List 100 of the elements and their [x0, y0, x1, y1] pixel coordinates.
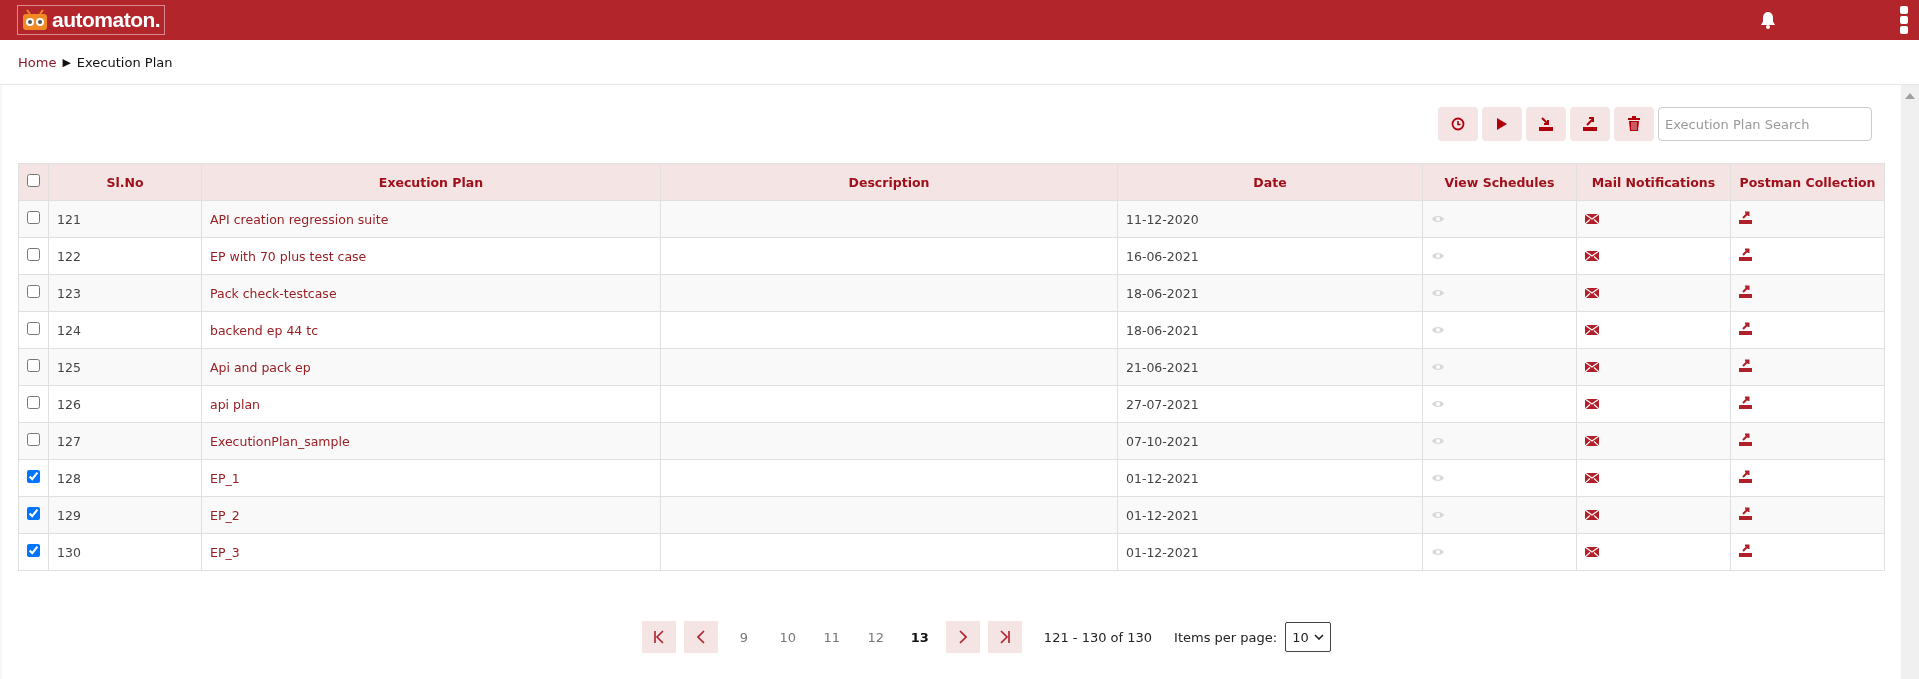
row-checkbox[interactable] — [27, 359, 40, 372]
column-header: Postman Collection — [1730, 163, 1885, 201]
export-button[interactable] — [1570, 107, 1610, 141]
previous-page-button[interactable] — [683, 621, 718, 653]
table-cell: 07-10-2021 — [1117, 422, 1423, 460]
export-tray-icon[interactable] — [1739, 359, 1752, 372]
row-checkbox[interactable] — [27, 322, 40, 335]
page-number[interactable]: 13 — [901, 629, 938, 645]
import-button[interactable] — [1526, 107, 1566, 141]
export-tray-icon[interactable] — [1739, 507, 1752, 520]
schedule-button[interactable] — [1438, 107, 1478, 141]
mail-icon[interactable] — [1585, 324, 1599, 335]
plan-link[interactable]: Pack check-testcase — [210, 285, 337, 301]
mail-icon[interactable] — [1585, 250, 1599, 261]
table-cell: 127 — [48, 422, 202, 460]
row-checkbox[interactable] — [27, 433, 40, 446]
row-checkbox[interactable] — [27, 470, 40, 483]
export-tray-icon[interactable] — [1739, 285, 1752, 298]
menu-icon[interactable] — [1899, 5, 1909, 35]
column-header: Sl.No — [48, 163, 202, 201]
table-cell: 21-06-2021 — [1117, 348, 1423, 386]
plan-link[interactable]: ExecutionPlan_sample — [210, 433, 350, 449]
plan-link[interactable]: EP with 70 plus test case — [210, 248, 367, 264]
table-cell: 121 — [48, 200, 202, 238]
last-page-button[interactable] — [987, 621, 1022, 653]
bell-icon[interactable] — [1760, 11, 1776, 29]
mail-icon[interactable] — [1585, 398, 1599, 409]
table-cell: 124 — [48, 311, 202, 349]
app-logo[interactable]: automaton. — [17, 5, 166, 35]
items-per-page-select[interactable]: 10 — [1285, 622, 1332, 652]
chevron-down-icon — [1314, 634, 1325, 640]
row-checkbox[interactable] — [27, 544, 40, 557]
mail-icon[interactable] — [1585, 361, 1599, 372]
page-number[interactable]: 9 — [725, 629, 762, 645]
breadcrumb-separator: ▶ — [62, 55, 71, 69]
export-tray-icon[interactable] — [1739, 322, 1752, 335]
row-checkbox[interactable] — [27, 396, 40, 409]
import-tray-icon — [1538, 116, 1554, 132]
breadcrumb-current: Execution Plan — [76, 54, 173, 70]
table-cell: 126 — [48, 385, 202, 423]
mail-icon[interactable] — [1585, 435, 1599, 446]
chevron-left-icon — [696, 630, 705, 644]
page-number[interactable]: 11 — [813, 629, 850, 645]
table-cell: 129 — [48, 496, 202, 534]
next-page-button[interactable] — [945, 621, 980, 653]
run-button[interactable] — [1482, 107, 1522, 141]
export-tray-icon[interactable] — [1739, 211, 1752, 224]
mail-icon[interactable] — [1585, 472, 1599, 483]
table-cell: 11-12-2020 — [1117, 200, 1423, 238]
plan-link[interactable]: EP_3 — [210, 544, 240, 560]
robot-face-icon — [22, 9, 48, 31]
plan-link[interactable]: Api and pack ep — [210, 359, 311, 375]
column-header: Date — [1117, 163, 1423, 201]
row-checkbox[interactable] — [27, 248, 40, 261]
first-page-icon — [652, 630, 665, 644]
chevron-right-icon — [958, 630, 967, 644]
breadcrumb-home-link[interactable]: Home — [18, 54, 57, 70]
delete-button[interactable] — [1614, 107, 1654, 141]
row-checkbox[interactable] — [27, 507, 40, 520]
table-cell: 128 — [48, 459, 202, 497]
export-tray-icon[interactable] — [1739, 470, 1752, 483]
plan-link[interactable]: backend ep 44 tc — [210, 322, 319, 338]
page-number[interactable]: 12 — [857, 629, 894, 645]
trash-icon — [1627, 116, 1641, 132]
table-cell: 27-07-2021 — [1117, 385, 1423, 423]
table-cell: 18-06-2021 — [1117, 311, 1423, 349]
table-cell: 01-12-2021 — [1117, 459, 1423, 497]
table-cell: 01-12-2021 — [1117, 533, 1423, 571]
table-cell: 01-12-2021 — [1117, 496, 1423, 534]
table-cell: 16-06-2021 — [1117, 237, 1423, 275]
items-per-page-label: Items per page: — [1174, 629, 1278, 645]
last-page-icon — [998, 630, 1011, 644]
clock-icon — [1451, 117, 1465, 131]
first-page-button[interactable] — [641, 621, 676, 653]
table-cell: 125 — [48, 348, 202, 386]
table-cell: 18-06-2021 — [1117, 274, 1423, 312]
export-tray-icon[interactable] — [1739, 544, 1752, 557]
search-field[interactable]: Execution Plan Search — [1658, 107, 1872, 141]
column-header: View Schedules — [1422, 163, 1577, 201]
mail-icon[interactable] — [1585, 213, 1599, 224]
scrollbar[interactable] — [1901, 85, 1919, 679]
select-all-checkbox[interactable] — [27, 174, 40, 187]
export-tray-icon[interactable] — [1739, 433, 1752, 446]
plan-link[interactable]: EP_1 — [210, 470, 240, 486]
table-cell: 130 — [48, 533, 202, 571]
row-checkbox[interactable] — [27, 285, 40, 298]
plan-link[interactable]: API creation regression suite — [210, 211, 389, 227]
export-tray-icon[interactable] — [1739, 248, 1752, 261]
mail-icon[interactable] — [1585, 509, 1599, 520]
column-header: Mail Notifications — [1576, 163, 1731, 201]
mail-icon[interactable] — [1585, 287, 1599, 298]
mail-icon[interactable] — [1585, 546, 1599, 557]
plan-link[interactable]: api plan — [210, 396, 261, 412]
row-checkbox[interactable] — [27, 211, 40, 224]
page-range: 121 - 130 of 130 — [1043, 629, 1153, 645]
column-header: Description — [660, 163, 1118, 201]
plan-link[interactable]: EP_2 — [210, 507, 240, 523]
export-tray-icon[interactable] — [1739, 396, 1752, 409]
page-number[interactable]: 10 — [769, 629, 806, 645]
play-icon — [1496, 117, 1508, 131]
